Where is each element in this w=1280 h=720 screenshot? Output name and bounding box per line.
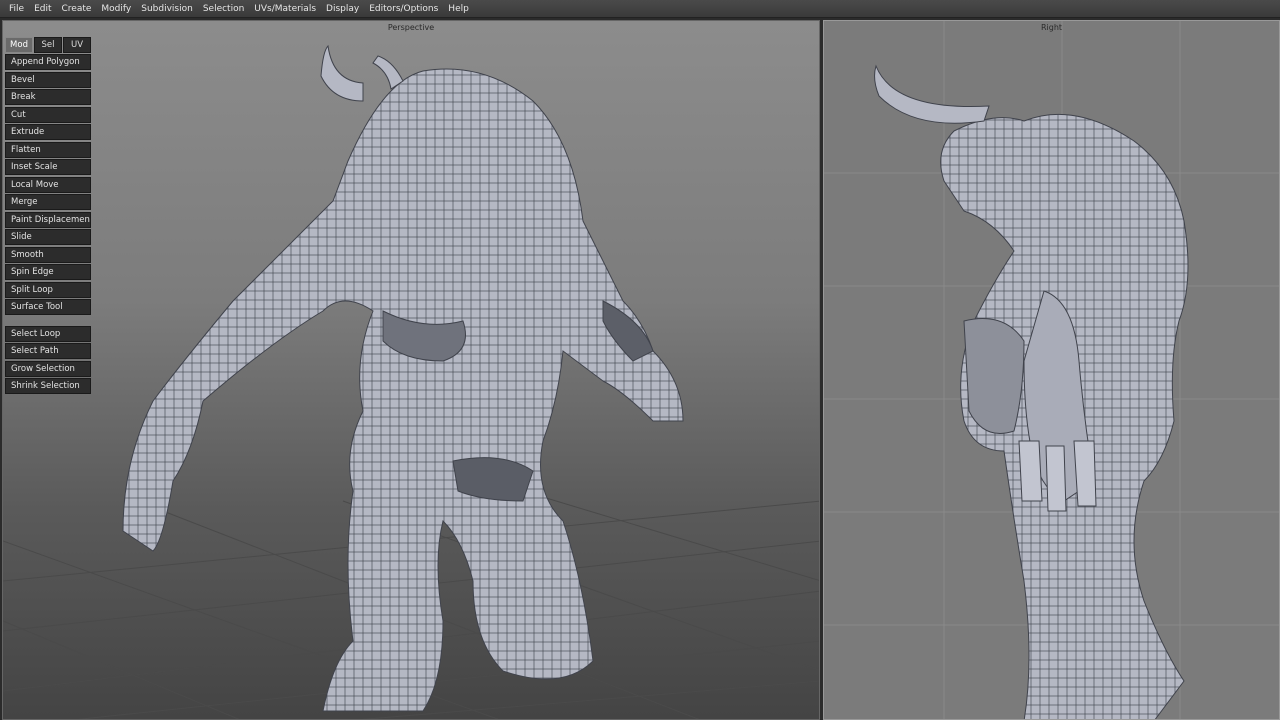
select-loop-button[interactable]: Select Loop bbox=[5, 325, 91, 342]
tab-sel[interactable]: Sel bbox=[34, 37, 62, 53]
perspective-viewport-label: Perspective bbox=[387, 23, 435, 32]
merge-button[interactable]: Merge bbox=[5, 194, 91, 210]
paint-displacement-button[interactable]: Paint Displacement bbox=[5, 211, 91, 228]
menu-display[interactable]: Display bbox=[321, 0, 364, 18]
bevel-button[interactable]: Bevel bbox=[5, 71, 91, 88]
surface-tool-button[interactable]: Surface Tool bbox=[5, 299, 91, 315]
split-loop-button[interactable]: Split Loop bbox=[5, 281, 91, 298]
inset-scale-button[interactable]: Inset Scale bbox=[5, 159, 91, 175]
right-viewport-label: Right bbox=[1040, 23, 1063, 32]
menu-modify[interactable]: Modify bbox=[96, 0, 136, 18]
slide-button[interactable]: Slide bbox=[5, 229, 91, 245]
grow-selection-button[interactable]: Grow Selection bbox=[5, 360, 91, 377]
spin-edge-button[interactable]: Spin Edge bbox=[5, 264, 91, 280]
menu-file[interactable]: File bbox=[4, 0, 29, 18]
tab-mod[interactable]: Mod bbox=[5, 37, 33, 53]
select-path-button[interactable]: Select Path bbox=[5, 343, 91, 359]
monster-model bbox=[122, 44, 684, 712]
tool-palette: Mod Sel UV Append Polygon Bevel Break Cu… bbox=[5, 37, 91, 396]
menu-edit[interactable]: Edit bbox=[29, 0, 56, 18]
menu-help[interactable]: Help bbox=[443, 0, 474, 18]
shrink-selection-button[interactable]: Shrink Selection bbox=[5, 378, 91, 394]
menu-selection[interactable]: Selection bbox=[198, 0, 249, 18]
extrude-button[interactable]: Extrude bbox=[5, 124, 91, 140]
append-polygon-button[interactable]: Append Polygon bbox=[5, 54, 91, 70]
tab-uv[interactable]: UV bbox=[63, 37, 91, 53]
smooth-button[interactable]: Smooth bbox=[5, 246, 91, 263]
monster-side-model bbox=[874, 64, 1189, 719]
right-scene bbox=[824, 21, 1279, 719]
menu-create[interactable]: Create bbox=[57, 0, 97, 18]
cut-button[interactable]: Cut bbox=[5, 106, 91, 123]
local-move-button[interactable]: Local Move bbox=[5, 176, 91, 193]
palette-separator bbox=[5, 317, 91, 326]
right-viewport[interactable]: Right bbox=[823, 20, 1280, 720]
menu-bar: File Edit Create Modify Subdivision Sele… bbox=[0, 0, 1280, 18]
palette-tabs: Mod Sel UV bbox=[5, 37, 91, 53]
flatten-button[interactable]: Flatten bbox=[5, 141, 91, 158]
menu-editors-options[interactable]: Editors/Options bbox=[364, 0, 443, 18]
break-button[interactable]: Break bbox=[5, 89, 91, 105]
perspective-viewport[interactable]: Perspective bbox=[2, 20, 820, 720]
menu-uvs-materials[interactable]: UVs/Materials bbox=[249, 0, 321, 18]
menu-subdivision[interactable]: Subdivision bbox=[136, 0, 198, 18]
perspective-scene bbox=[3, 44, 819, 719]
